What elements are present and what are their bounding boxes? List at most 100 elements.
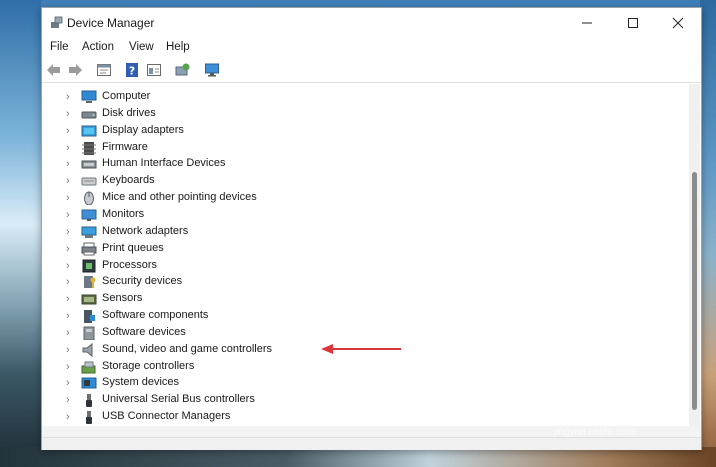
- close-button[interactable]: [655, 8, 701, 38]
- tree-node-label: Sound, video and game controllers: [102, 342, 272, 355]
- vertical-scrollbar-thumb[interactable]: [692, 172, 697, 410]
- maximize-button[interactable]: [610, 8, 656, 38]
- mouse-icon: [84, 191, 94, 206]
- tree-node-label: Sensors: [102, 292, 143, 305]
- tree-node[interactable]: › Universal Serial Bus controllers: [66, 392, 606, 409]
- tree-node-label: Keyboards: [102, 174, 155, 187]
- tree-node-label: Processors: [102, 258, 158, 271]
- chevron-right-icon[interactable]: ›: [66, 292, 76, 306]
- red-annotation-arrow: [321, 344, 401, 354]
- tree-node-label: Security devices: [102, 275, 183, 288]
- chevron-right-icon[interactable]: ›: [66, 191, 76, 205]
- desktop-wallpaper-bottom: [0, 447, 716, 467]
- chevron-right-icon[interactable]: ›: [66, 124, 76, 138]
- monitor-icon: [81, 209, 97, 221]
- chevron-right-icon[interactable]: ›: [66, 326, 76, 340]
- device-tree: › Computer › Disk drives › Display adapters › F…: [42, 84, 689, 426]
- tree-node[interactable]: › Human Interface Devices: [66, 156, 606, 173]
- forward-arrow-icon[interactable]: [67, 62, 83, 78]
- tree-node[interactable]: › Print queues: [66, 241, 606, 258]
- menu-file[interactable]: File: [50, 41, 69, 53]
- window-title: Device Manager: [67, 16, 155, 30]
- chevron-right-icon[interactable]: ›: [66, 208, 76, 222]
- scan-hardware-icon[interactable]: [174, 62, 190, 78]
- chevron-right-icon[interactable]: ›: [66, 157, 76, 171]
- tree-node-label: Software components: [102, 309, 209, 322]
- tree-node-label: Mice and other pointing devices: [102, 191, 257, 204]
- desktop-wallpaper-right: [700, 0, 716, 467]
- maximize-icon: [628, 18, 638, 28]
- speaker-icon: [82, 342, 93, 357]
- tree-node-label: Computer: [102, 90, 151, 102]
- printer-icon: [81, 242, 97, 256]
- keyboard-icon: [81, 177, 97, 186]
- tree-node[interactable]: › USB Connector Managers: [66, 409, 606, 426]
- usb-connector-icon: [86, 411, 92, 425]
- chevron-right-icon[interactable]: ›: [66, 259, 76, 273]
- chevron-right-icon[interactable]: ›: [66, 309, 76, 323]
- tree-node-label: Storage controllers: [102, 359, 195, 372]
- chevron-right-icon[interactable]: ›: [66, 225, 76, 239]
- monitor-icon[interactable]: [204, 62, 220, 78]
- storage-controller-icon: [81, 361, 96, 374]
- tree-node[interactable]: › Mice and other pointing devices: [66, 190, 606, 207]
- tree-node[interactable]: › Network adapters: [66, 224, 606, 241]
- tree-node[interactable]: › Processors: [66, 258, 606, 275]
- svg-text:?: ?: [129, 65, 135, 78]
- software-component-icon: [84, 310, 95, 324]
- title-bar[interactable]: Device Manager: [42, 8, 701, 38]
- tree-node-label: Print queues: [102, 241, 164, 254]
- tree-node[interactable]: › Keyboards: [66, 173, 606, 190]
- tree-node[interactable]: › System devices: [66, 375, 606, 392]
- view-icon[interactable]: [146, 62, 162, 78]
- chevron-right-icon[interactable]: ›: [66, 275, 76, 289]
- system-device-icon: [81, 377, 97, 389]
- toolbar: ?: [42, 58, 701, 83]
- tree-node[interactable]: › Monitors: [66, 207, 606, 224]
- chevron-right-icon[interactable]: ›: [66, 141, 76, 155]
- properties-icon[interactable]: [96, 62, 112, 78]
- usb-icon: [86, 394, 92, 408]
- tree-node[interactable]: › Storage controllers: [66, 359, 606, 376]
- tree-node[interactable]: › Computer: [66, 89, 606, 106]
- network-adapter-icon: [81, 226, 97, 238]
- computer-icon: [81, 90, 97, 103]
- disk-drive-icon: [81, 111, 97, 119]
- tree-node[interactable]: › Sensors: [66, 291, 606, 308]
- processor-icon: [82, 259, 96, 272]
- chevron-right-icon[interactable]: ›: [66, 410, 76, 424]
- chevron-right-icon[interactable]: ›: [66, 393, 76, 407]
- tree-node[interactable]: › Display adapters: [66, 123, 606, 140]
- tree-node[interactable]: › Security devices: [66, 274, 606, 291]
- chevron-right-icon[interactable]: ›: [66, 174, 76, 188]
- tree-node[interactable]: › Firmware: [66, 140, 606, 157]
- firmware-icon: [82, 141, 96, 155]
- tree-node-label: Network adapters: [102, 224, 189, 237]
- menu-view[interactable]: View: [129, 41, 154, 53]
- chevron-right-icon[interactable]: ›: [66, 343, 76, 357]
- chevron-right-icon[interactable]: ›: [66, 376, 76, 390]
- tree-node-label: Display adapters: [102, 123, 184, 136]
- menu-action[interactable]: Action: [82, 41, 114, 53]
- chevron-right-icon[interactable]: ›: [66, 242, 76, 256]
- menu-help[interactable]: Help: [166, 41, 190, 53]
- chevron-right-icon[interactable]: ›: [66, 90, 76, 104]
- tree-node-label: Firmware: [102, 140, 148, 153]
- tree-node-label: Universal Serial Bus controllers: [102, 393, 255, 406]
- chevron-right-icon[interactable]: ›: [66, 360, 76, 374]
- tree-node[interactable]: › Disk drives: [66, 106, 606, 123]
- vertical-scrollbar[interactable]: [689, 84, 700, 426]
- minimize-icon: [582, 22, 592, 24]
- device-manager-app-icon: [51, 16, 63, 28]
- tree-node[interactable]: › Software components: [66, 308, 606, 325]
- tree-node-label: Monitors: [102, 207, 145, 220]
- minimize-button[interactable]: [564, 8, 610, 38]
- tree-node-label: Human Interface Devices: [102, 157, 226, 170]
- chevron-right-icon[interactable]: ›: [66, 107, 76, 121]
- sensor-icon: [81, 294, 97, 305]
- tree-node-label: System devices: [102, 376, 180, 389]
- help-icon[interactable]: ?: [124, 62, 140, 78]
- tree-node[interactable]: › Software devices: [66, 325, 606, 342]
- back-arrow-icon[interactable]: [46, 62, 62, 78]
- desktop-wallpaper-left: [0, 0, 41, 467]
